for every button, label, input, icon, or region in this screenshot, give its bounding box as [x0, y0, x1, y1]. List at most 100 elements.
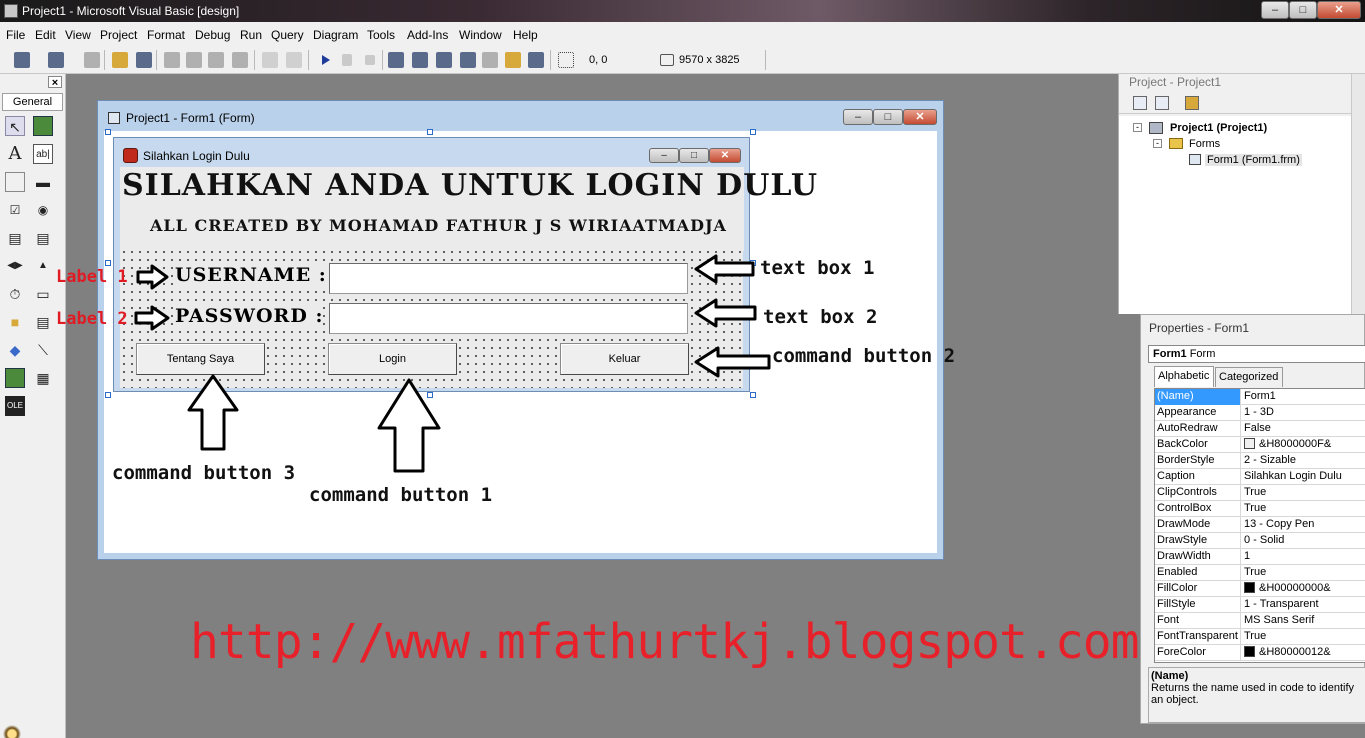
exit-button[interactable]: Keluar — [560, 343, 689, 375]
menu-debug[interactable]: Debug — [195, 28, 230, 42]
menu-run[interactable]: Run — [240, 28, 262, 42]
properties-window-icon[interactable] — [412, 52, 428, 68]
drivelistbox-tool-icon[interactable]: ▭ — [33, 284, 53, 304]
menu-help[interactable]: Help — [513, 28, 538, 42]
textbox-tool-icon[interactable]: ab| — [33, 144, 53, 164]
undo-icon[interactable] — [262, 52, 278, 68]
tree-form1[interactable]: Form1 (Form1.frm) — [1205, 154, 1302, 166]
optionbutton-tool-icon[interactable]: ◉ — [33, 200, 53, 220]
object-browser-icon[interactable] — [460, 52, 476, 68]
filelistbox-tool-icon[interactable]: ▤ — [33, 312, 53, 332]
minimize-button[interactable]: – — [1261, 1, 1289, 19]
ole-tool-icon[interactable]: OLE — [5, 396, 25, 416]
login-button[interactable]: Login — [328, 343, 457, 375]
collapse-icon[interactable]: - — [1153, 139, 1162, 148]
add-form-icon[interactable] — [48, 52, 64, 68]
property-row[interactable]: FillStyle 1 - Transparent — [1155, 597, 1365, 613]
property-row[interactable]: BorderStyle 2 - Sizable — [1155, 453, 1365, 469]
component-manager-icon[interactable] — [528, 52, 544, 68]
form-window-close-button[interactable]: ✕ — [903, 109, 937, 125]
save-project-icon[interactable] — [136, 52, 152, 68]
break-icon[interactable] — [342, 54, 352, 66]
paste-icon[interactable] — [208, 52, 224, 68]
tree-forms-folder[interactable]: Forms — [1189, 138, 1220, 150]
maximize-button[interactable]: □ — [1289, 1, 1317, 19]
toolbox-tab-general[interactable]: General — [2, 93, 63, 111]
form-window-minimize-button[interactable]: – — [843, 109, 873, 125]
resize-handle[interactable] — [427, 129, 433, 135]
project-scrollbar[interactable] — [1351, 74, 1365, 314]
resize-handle[interactable] — [750, 392, 756, 398]
property-row[interactable]: ClipControls True — [1155, 485, 1365, 501]
listbox-tool-icon[interactable]: ▤ — [33, 228, 53, 248]
toggle-folders-icon[interactable] — [1185, 96, 1199, 110]
property-row[interactable]: (Name) Form1 — [1155, 389, 1365, 405]
property-row[interactable]: Appearance 1 - 3D — [1155, 405, 1365, 421]
menu-query[interactable]: Query — [271, 28, 304, 42]
menu-project[interactable]: Project — [100, 28, 137, 42]
tab-alphabetic[interactable]: Alphabetic — [1154, 366, 1214, 387]
property-row[interactable]: DrawStyle 0 - Solid — [1155, 533, 1365, 549]
pointer-icon[interactable]: ↖ — [5, 116, 25, 136]
shape-tool-icon[interactable]: ◆ — [5, 340, 25, 360]
resize-handle[interactable] — [105, 260, 111, 266]
username-input[interactable] — [329, 263, 688, 294]
property-row[interactable]: Caption Silahkan Login Dulu — [1155, 469, 1365, 485]
tab-categorized[interactable]: Categorized — [1215, 367, 1283, 387]
form-window-maximize-button[interactable]: □ — [873, 109, 903, 125]
image-tool-icon[interactable] — [5, 368, 25, 388]
property-row[interactable]: BackColor &H8000000F& — [1155, 437, 1365, 453]
menu-editor-icon[interactable] — [84, 52, 100, 68]
menu-file[interactable]: File — [6, 28, 25, 42]
property-row[interactable]: ControlBox True — [1155, 501, 1365, 517]
property-row[interactable]: AutoRedraw False — [1155, 421, 1365, 437]
about-button[interactable]: Tentang Saya — [136, 343, 265, 375]
property-row[interactable]: Font MS Sans Serif — [1155, 613, 1365, 629]
menu-edit[interactable]: Edit — [35, 28, 56, 42]
toolbox-icon[interactable] — [482, 52, 498, 68]
combobox-tool-icon[interactable]: ▤ — [5, 228, 25, 248]
login-form-maximize-button[interactable]: □ — [679, 148, 709, 163]
close-button[interactable]: ✕ — [1317, 1, 1361, 19]
add-project-icon[interactable] — [14, 52, 30, 68]
resize-handle[interactable] — [105, 129, 111, 135]
project-explorer-icon[interactable] — [388, 52, 404, 68]
property-row[interactable]: DrawMode 13 - Copy Pen — [1155, 517, 1365, 533]
menu-add-ins[interactable]: Add-Ins — [407, 28, 448, 42]
property-row[interactable]: ForeColor &H80000012& — [1155, 645, 1365, 661]
label-tool-icon[interactable]: A — [5, 144, 25, 164]
commandbutton-tool-icon[interactable]: ▬ — [33, 172, 53, 192]
end-icon[interactable] — [365, 55, 375, 65]
menu-view[interactable]: View — [65, 28, 91, 42]
data-tool-icon[interactable]: ▦ — [33, 368, 53, 388]
resize-handle[interactable] — [750, 129, 756, 135]
open-project-icon[interactable] — [112, 52, 128, 68]
find-icon[interactable] — [232, 52, 248, 68]
start-icon[interactable] — [322, 55, 330, 65]
menu-diagram[interactable]: Diagram — [313, 28, 358, 42]
property-row[interactable]: DrawWidth 1 — [1155, 549, 1365, 565]
line-tool-icon[interactable]: ⟍ — [33, 340, 53, 360]
property-row[interactable]: FontTransparent True — [1155, 629, 1365, 645]
form-layout-icon[interactable] — [436, 52, 452, 68]
checkbox-tool-icon[interactable]: ☑ — [5, 200, 25, 220]
resize-handle[interactable] — [105, 392, 111, 398]
view-code-icon[interactable] — [1133, 96, 1147, 110]
data-view-icon[interactable] — [505, 52, 521, 68]
login-form-minimize-button[interactable]: – — [649, 148, 679, 163]
collapse-icon[interactable]: - — [1133, 123, 1142, 132]
login-form-close-button[interactable]: ✕ — [709, 148, 741, 163]
copy-icon[interactable] — [186, 52, 202, 68]
tree-project-root[interactable]: Project1 (Project1) — [1170, 122, 1267, 134]
cut-icon[interactable] — [164, 52, 180, 68]
taskbar-app-icon[interactable] — [0, 722, 30, 738]
view-object-icon[interactable] — [1155, 96, 1169, 110]
menu-format[interactable]: Format — [147, 28, 185, 42]
dirlistbox-tool-icon[interactable]: ■ — [5, 312, 25, 332]
object-selector[interactable]: Form1 Form — [1148, 345, 1365, 363]
property-row[interactable]: FillColor &H00000000& — [1155, 581, 1365, 597]
timer-tool-icon[interactable]: ⏱ — [5, 284, 25, 304]
redo-icon[interactable] — [286, 52, 302, 68]
password-input[interactable] — [329, 303, 688, 334]
vscrollbar-tool-icon[interactable]: ▲ — [33, 256, 53, 276]
